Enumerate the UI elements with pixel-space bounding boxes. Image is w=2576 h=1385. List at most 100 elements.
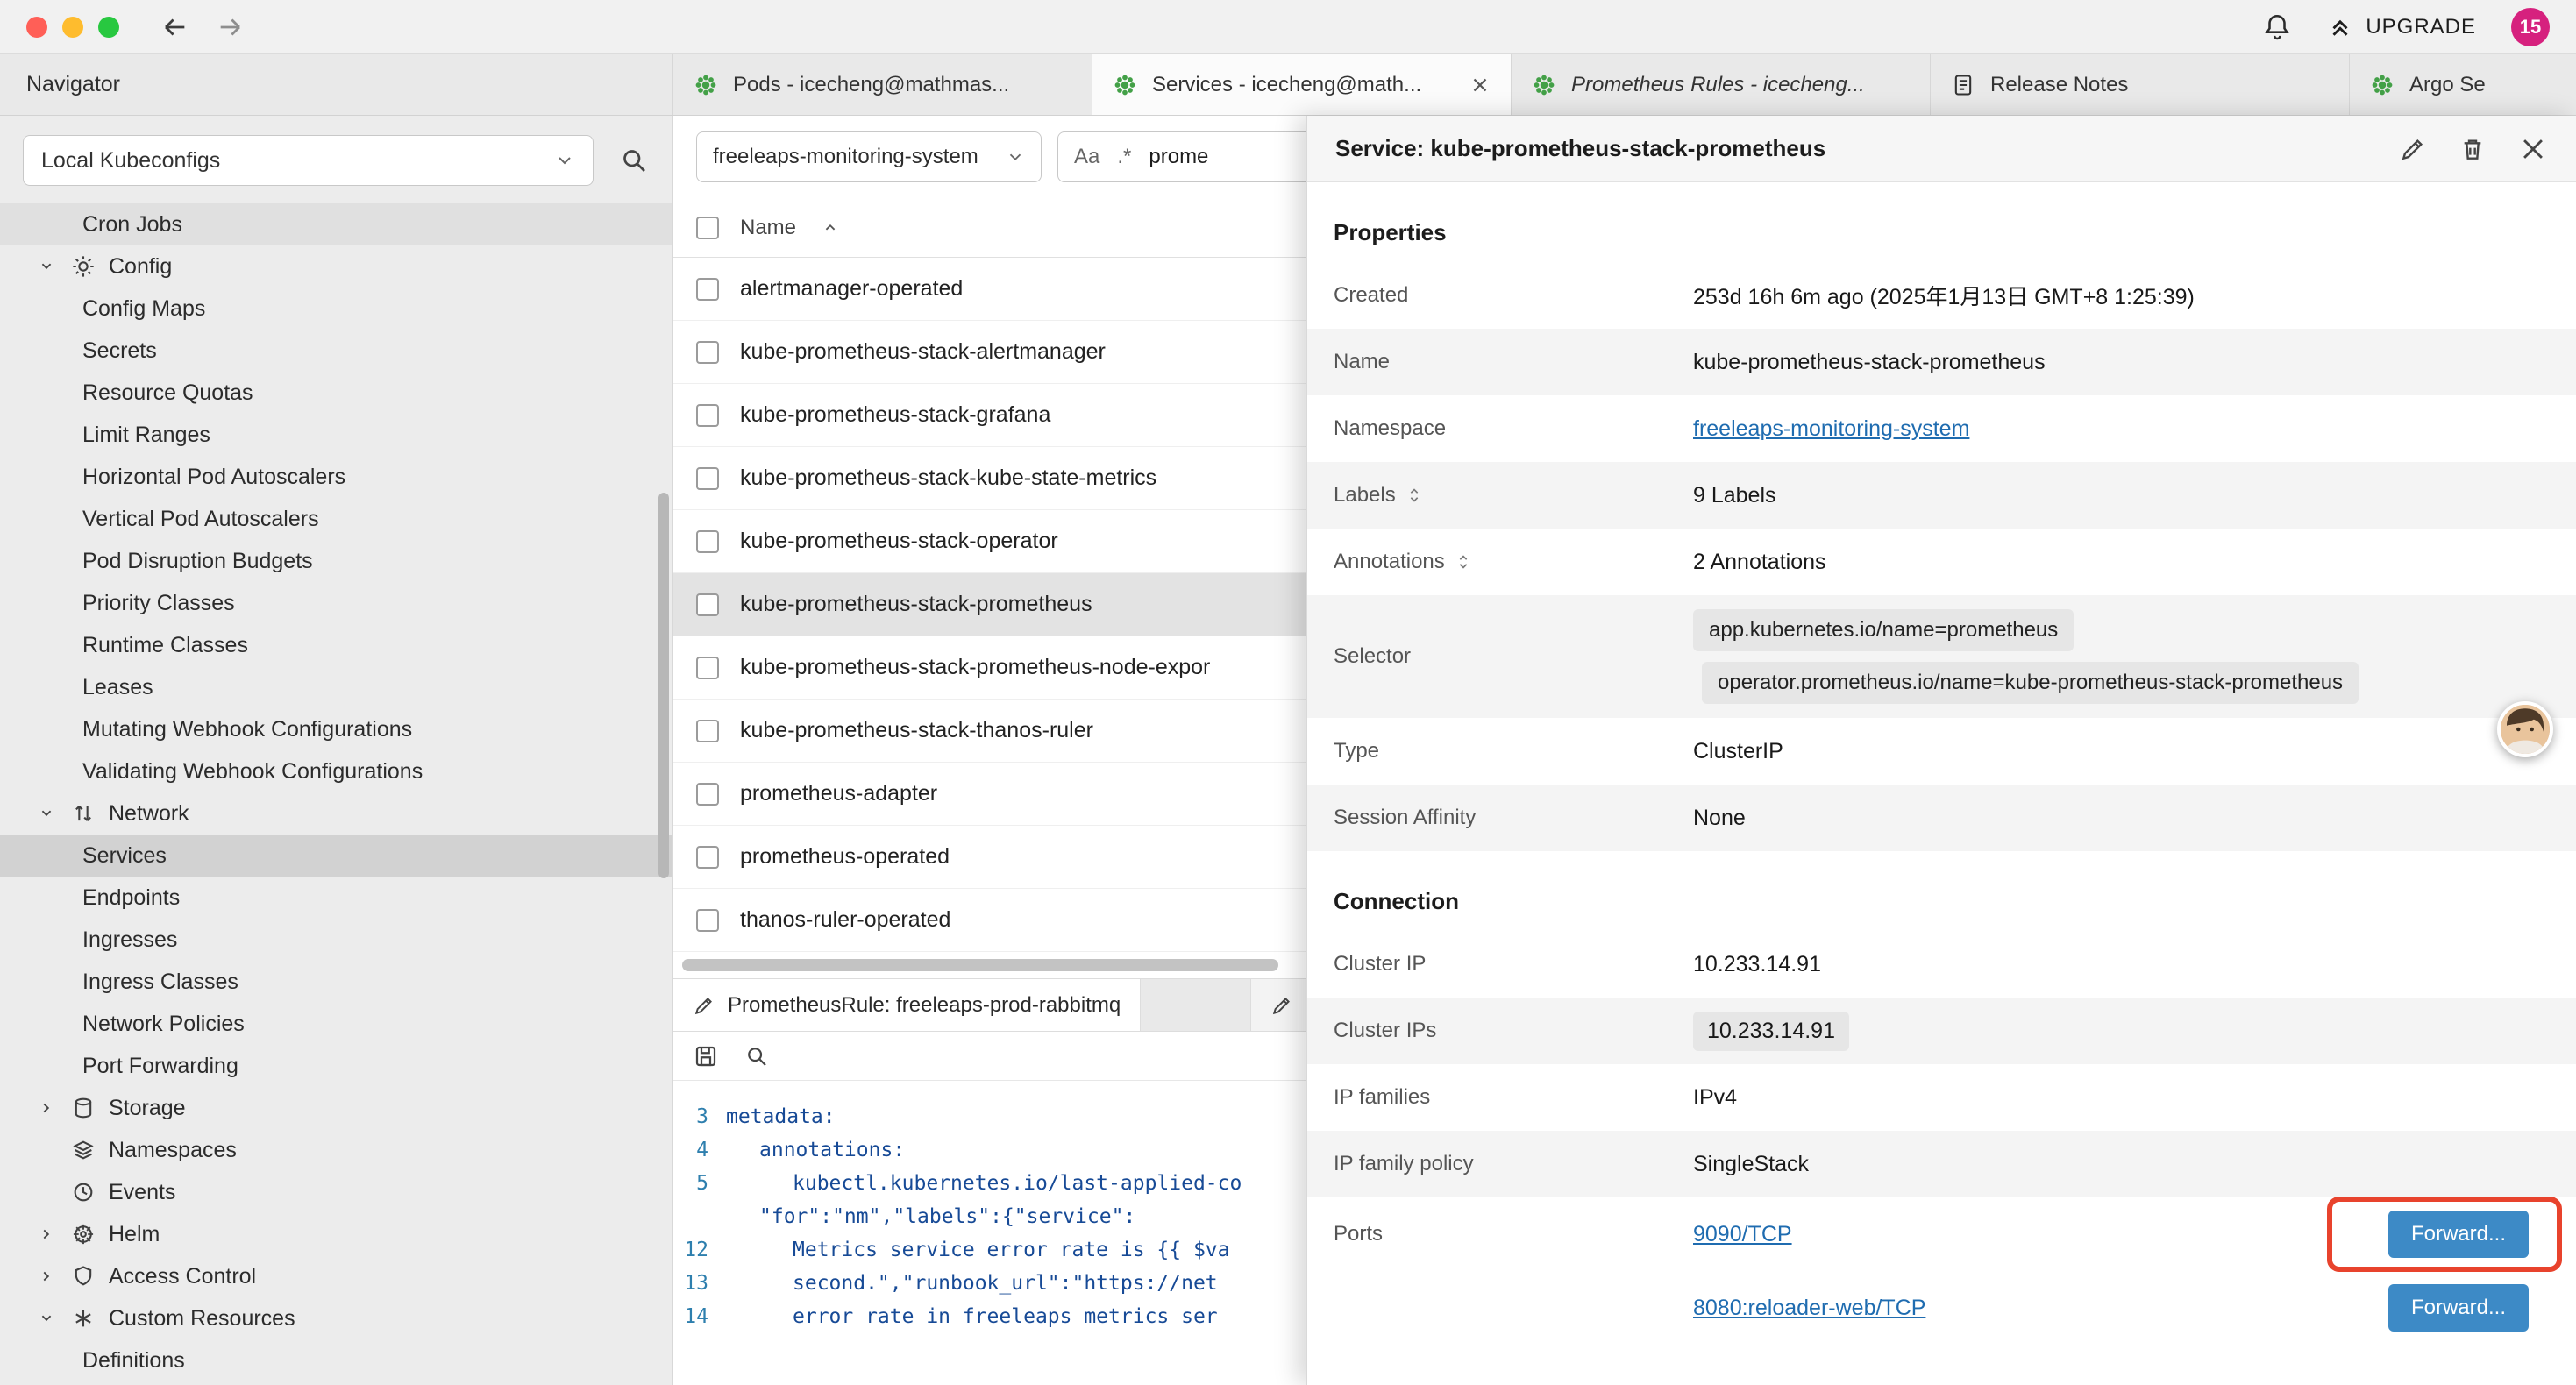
row-checkbox[interactable] bbox=[696, 530, 719, 553]
row-checkbox[interactable] bbox=[696, 341, 719, 364]
select-all-checkbox[interactable] bbox=[696, 217, 719, 239]
sidebar-scrollbar[interactable] bbox=[658, 493, 669, 878]
sidebar-item-events[interactable]: Events bbox=[0, 1171, 672, 1213]
sidebar-item-runtime-classes[interactable]: Runtime Classes bbox=[0, 624, 672, 666]
row-checkbox[interactable] bbox=[696, 909, 719, 932]
tab-prometheus-rules[interactable]: Prometheus Rules - icecheng... bbox=[1512, 54, 1931, 115]
expand-toggle-icon[interactable] bbox=[1405, 486, 1424, 505]
sidebar-item-priority-classes[interactable]: Priority Classes bbox=[0, 582, 672, 624]
table-row[interactable]: prometheus-operated bbox=[673, 826, 1306, 889]
save-icon[interactable] bbox=[693, 1043, 719, 1069]
sidebar-item-cron-jobs[interactable]: Cron Jobs bbox=[0, 203, 672, 245]
sidebar-item-resource-quotas[interactable]: Resource Quotas bbox=[0, 372, 672, 414]
table-row[interactable]: kube-prometheus-stack-prometheus-node-ex… bbox=[673, 636, 1306, 700]
table-row[interactable]: kube-prometheus-stack-thanos-ruler bbox=[673, 700, 1306, 763]
edit-pencil-icon[interactable] bbox=[2399, 135, 2427, 163]
table-row[interactable]: kube-prometheus-stack-alertmanager bbox=[673, 321, 1306, 384]
port-link-9090[interactable]: 9090/TCP bbox=[1693, 1222, 1792, 1247]
table-row-selected[interactable]: kube-prometheus-stack-prometheus bbox=[673, 573, 1306, 636]
sidebar-item-config[interactable]: Config bbox=[0, 245, 672, 288]
sidebar-item-limit-ranges[interactable]: Limit Ranges bbox=[0, 414, 672, 456]
forward-button-8080[interactable]: Forward... bbox=[2388, 1284, 2529, 1332]
sidebar-item-storage[interactable]: Storage bbox=[0, 1087, 672, 1129]
row-checkbox[interactable] bbox=[696, 720, 719, 742]
notifications-bell-icon[interactable] bbox=[2262, 12, 2292, 42]
maximize-window-button[interactable] bbox=[98, 17, 119, 38]
kubeconfig-select[interactable]: Local Kubeconfigs bbox=[23, 135, 594, 186]
namespace-filter-select[interactable]: freeleaps-monitoring-system bbox=[696, 131, 1042, 182]
minimize-window-button[interactable] bbox=[62, 17, 83, 38]
chevron-down-icon[interactable] bbox=[35, 802, 58, 825]
yaml-editor[interactable]: 3metadata: 4annotations: 5kubectl.kubern… bbox=[673, 1081, 1306, 1333]
close-window-button[interactable] bbox=[26, 17, 47, 38]
sidebar-item-pod-disruption-budgets[interactable]: Pod Disruption Budgets bbox=[0, 540, 672, 582]
sidebar-item-validating-webhook-configurations[interactable]: Validating Webhook Configurations bbox=[0, 750, 672, 792]
sidebar-item-custom-resources[interactable]: Custom Resources bbox=[0, 1297, 672, 1339]
tab-argo[interactable]: Argo Se bbox=[2350, 54, 2576, 115]
chevron-right-icon[interactable] bbox=[35, 1097, 58, 1119]
chevron-down-icon[interactable] bbox=[35, 255, 58, 278]
forward-arrow-icon[interactable] bbox=[216, 12, 246, 42]
row-checkbox[interactable] bbox=[696, 278, 719, 301]
row-checkbox[interactable] bbox=[696, 404, 719, 427]
dock-tab-prometheusrule[interactable]: PrometheusRule: freeleaps-prod-rabbitmq bbox=[673, 979, 1141, 1031]
notification-count-badge[interactable]: 15 bbox=[2511, 8, 2550, 46]
close-tab-icon[interactable] bbox=[1469, 74, 1491, 96]
sidebar-item-access-control[interactable]: Access Control bbox=[0, 1255, 672, 1297]
sidebar-item-secrets[interactable]: Secrets bbox=[0, 330, 672, 372]
sidebar-item-ingress-classes[interactable]: Ingress Classes bbox=[0, 961, 672, 1003]
back-arrow-icon[interactable] bbox=[160, 12, 189, 42]
row-checkbox[interactable] bbox=[696, 846, 719, 869]
chevron-right-icon[interactable] bbox=[35, 1223, 58, 1246]
table-row[interactable]: kube-prometheus-stack-grafana bbox=[673, 384, 1306, 447]
forward-button-9090[interactable]: Forward... bbox=[2388, 1211, 2529, 1258]
sidebar-item-definitions[interactable]: Definitions bbox=[0, 1339, 672, 1381]
sidebar-item-services[interactable]: Services bbox=[0, 835, 672, 877]
port-link-8080[interactable]: 8080:reloader-web/TCP bbox=[1693, 1296, 1925, 1321]
sidebar-item-config-maps[interactable]: Config Maps bbox=[0, 288, 672, 330]
table-row[interactable]: kube-prometheus-stack-kube-state-metrics bbox=[673, 447, 1306, 510]
tab-services[interactable]: Services - icecheng@math... bbox=[1092, 54, 1512, 115]
sidebar-item-mutating-webhook-configurations[interactable]: Mutating Webhook Configurations bbox=[0, 708, 672, 750]
search-input[interactable]: Aa .* prome bbox=[1057, 131, 1306, 182]
table-row[interactable]: alertmanager-operated bbox=[673, 258, 1306, 321]
row-checkbox[interactable] bbox=[696, 783, 719, 806]
tab-release-notes[interactable]: Release Notes bbox=[1931, 54, 2350, 115]
chevron-down-icon[interactable] bbox=[35, 1307, 58, 1330]
sidebar-item-horizontal-pod-autoscalers[interactable]: Horizontal Pod Autoscalers bbox=[0, 456, 672, 498]
tab-pods[interactable]: Pods - icecheng@mathmas... bbox=[673, 54, 1092, 115]
sidebar-item-ingresses[interactable]: Ingresses bbox=[0, 919, 672, 961]
dock-tab-partial[interactable] bbox=[1250, 979, 1306, 1031]
port-line-8080: 8080:reloader-web/TCP Forward... bbox=[1693, 1271, 2576, 1345]
upgrade-button[interactable]: UPGRADE bbox=[2327, 14, 2476, 40]
name-column-header[interactable]: Name bbox=[740, 216, 796, 240]
match-case-toggle[interactable]: Aa bbox=[1074, 145, 1099, 169]
table-row[interactable]: prometheus-adapter bbox=[673, 763, 1306, 826]
trash-icon[interactable] bbox=[2459, 135, 2487, 163]
sidebar-item-namespaces[interactable]: Namespaces bbox=[0, 1129, 672, 1171]
row-checkbox[interactable] bbox=[696, 467, 719, 490]
table-row[interactable]: thanos-ruler-operated bbox=[673, 889, 1306, 952]
regex-toggle[interactable]: .* bbox=[1117, 145, 1131, 169]
row-checkbox[interactable] bbox=[696, 657, 719, 679]
connection-section-title: Connection bbox=[1334, 888, 2576, 915]
sidebar-item-port-forwarding[interactable]: Port Forwarding bbox=[0, 1045, 672, 1087]
avatar[interactable] bbox=[2497, 701, 2553, 757]
close-drawer-icon[interactable] bbox=[2518, 134, 2548, 164]
sidebar-item-vertical-pod-autoscalers[interactable]: Vertical Pod Autoscalers bbox=[0, 498, 672, 540]
sidebar-item-helm[interactable]: Helm bbox=[0, 1213, 672, 1255]
horizontal-scrollbar-thumb[interactable] bbox=[682, 959, 1278, 971]
chevron-right-icon[interactable] bbox=[35, 1265, 58, 1288]
table-row[interactable]: kube-prometheus-stack-operator bbox=[673, 510, 1306, 573]
sort-ascending-icon[interactable] bbox=[821, 218, 840, 238]
sidebar-item-endpoints[interactable]: Endpoints bbox=[0, 877, 672, 919]
sidebar-search-icon[interactable] bbox=[618, 145, 650, 176]
expand-toggle-icon[interactable] bbox=[1454, 552, 1473, 572]
editor-search-icon[interactable] bbox=[744, 1043, 770, 1069]
horizontal-scrollbar[interactable] bbox=[673, 952, 1306, 978]
row-checkbox[interactable] bbox=[696, 593, 719, 616]
namespace-link[interactable]: freeleaps-monitoring-system bbox=[1693, 416, 1969, 442]
sidebar-item-network[interactable]: Network bbox=[0, 792, 672, 835]
sidebar-item-leases[interactable]: Leases bbox=[0, 666, 672, 708]
sidebar-item-network-policies[interactable]: Network Policies bbox=[0, 1003, 672, 1045]
